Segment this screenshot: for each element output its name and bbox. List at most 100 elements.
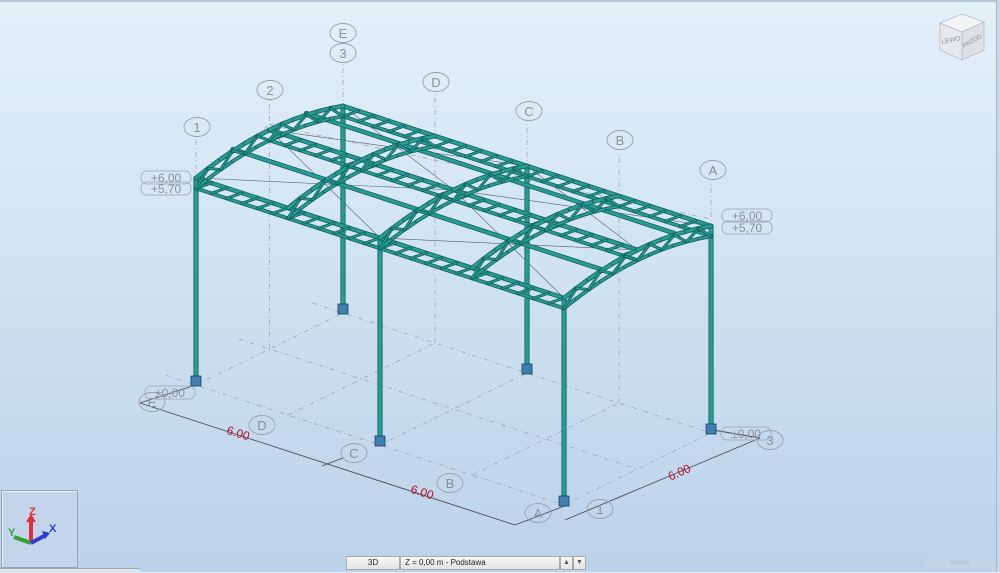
truss-diagonal[interactable]	[649, 243, 663, 251]
truss-diagonal[interactable]	[256, 202, 274, 210]
truss-diagonal[interactable]	[302, 217, 320, 225]
3d-model-viewport[interactable]: 12E3DCBAEDCBA 13+6,00+5,70+6,00+5,70±0,00…	[0, 0, 1000, 572]
column-base-support[interactable]	[337, 303, 349, 315]
truss-diagonal[interactable]	[314, 149, 332, 156]
view-level-bar: 3D Z = 0,00 m - Podstawa ▲ ▼	[346, 556, 586, 570]
truss-diagonal[interactable]	[468, 199, 485, 206]
arch-truss-bottom-chord[interactable]	[599, 272, 615, 283]
dimension-lines	[139, 384, 761, 526]
truss-diagonal[interactable]	[606, 244, 623, 251]
axis-label-C: C	[524, 104, 533, 119]
truss-diagonal[interactable]	[425, 257, 443, 265]
truss-diagonal[interactable]	[409, 252, 427, 260]
grid-line-short	[379, 372, 528, 446]
axis-triad: Z Y X	[1, 490, 78, 568]
dimension-value-bay-1: 6.00	[225, 423, 252, 443]
truss-diagonal[interactable]	[406, 179, 424, 186]
truss-diagonal[interactable]	[210, 187, 228, 195]
grid-line-short	[287, 342, 436, 416]
truss-diagonal[interactable]	[394, 247, 412, 255]
level-label-ground-right: ±0,00	[731, 427, 761, 441]
truss-diagonal[interactable]	[440, 262, 458, 270]
arch-truss-bottom-chord[interactable]	[231, 152, 247, 163]
truss-diagonal[interactable]	[225, 192, 243, 200]
truss-diagonal[interactable]	[317, 222, 335, 230]
axis-label-A: A	[709, 163, 718, 178]
dimension-tick	[321, 457, 344, 467]
truss-diagonal[interactable]	[590, 239, 608, 246]
right-scrollbar-edge[interactable]	[996, 0, 1000, 572]
truss-diagonal[interactable]	[281, 123, 295, 131]
column-base-support[interactable]	[190, 375, 202, 387]
truss-diagonal[interactable]	[455, 267, 473, 275]
ground-axis-label-B: B	[446, 476, 455, 491]
column-base-support[interactable]	[521, 363, 533, 375]
truss-diagonal[interactable]	[271, 207, 289, 215]
y-axis-arrow	[13, 535, 32, 545]
truss-diagonal[interactable]	[464, 150, 482, 158]
truss-diagonal[interactable]	[388, 125, 406, 133]
level-label-eave-bottom-right: +5,70	[732, 221, 763, 235]
ground-axis-label-C: C	[349, 446, 358, 461]
truss-diagonal[interactable]	[357, 115, 375, 123]
truss-diagonal[interactable]	[403, 130, 421, 138]
axis-label-B: B	[616, 133, 625, 148]
truss-diagonal[interactable]	[376, 169, 393, 176]
truss-diagonal[interactable]	[557, 213, 571, 221]
axis-label-1: 1	[193, 120, 200, 135]
column-base-support[interactable]	[705, 423, 717, 435]
truss-diagonal[interactable]	[486, 277, 504, 285]
y-label: Y	[8, 527, 16, 539]
arch-truss-bottom-chord[interactable]	[391, 228, 406, 240]
truss-diagonal[interactable]	[483, 204, 501, 211]
truss-diagonal[interactable]	[649, 210, 666, 218]
truss-diagonal[interactable]	[449, 145, 467, 153]
truss-diagonal[interactable]	[618, 200, 636, 208]
truss-diagonal[interactable]	[422, 184, 439, 191]
truss-diagonal[interactable]	[372, 120, 390, 128]
viewcube[interactable]: LEWO PRZÓD	[932, 10, 992, 65]
dimension-value-bay-2: 6.00	[409, 482, 436, 502]
truss-diagonal[interactable]	[502, 282, 519, 290]
truss-diagonal[interactable]	[299, 144, 317, 151]
dimension-value-span: 6.00	[666, 461, 693, 483]
x-label: X	[49, 523, 57, 535]
truss-diagonal[interactable]	[498, 209, 516, 216]
truss-diagonal[interactable]	[532, 292, 550, 300]
truss-diagonal[interactable]	[284, 139, 301, 146]
view-button[interactable]: Widok	[925, 558, 995, 569]
arch-truss-bottom-chord[interactable]	[483, 258, 498, 270]
column-base-support[interactable]	[374, 435, 386, 447]
truss-diagonal[interactable]	[373, 153, 387, 161]
truss-diagonal[interactable]	[556, 180, 574, 188]
arch-truss-bottom-chord[interactable]	[575, 288, 590, 300]
truss-diagonal[interactable]	[541, 175, 559, 183]
truss-diagonal[interactable]	[241, 197, 259, 205]
arch-truss-bottom-chord[interactable]	[415, 212, 431, 223]
level-selector[interactable]: Z = 0,00 m - Podstawa	[400, 556, 560, 570]
level-down-button[interactable]: ▼	[573, 556, 586, 570]
z-label: Z	[29, 506, 36, 518]
ground-axis-label-D: D	[257, 418, 266, 433]
arch-truss-bottom-chord[interactable]	[299, 198, 314, 210]
bottom-tab-strip[interactable]	[0, 568, 140, 573]
truss-diagonal[interactable]	[572, 185, 590, 193]
truss-diagonal[interactable]	[560, 229, 577, 236]
truss-diagonal[interactable]	[633, 205, 651, 213]
level-up-button[interactable]: ▲	[560, 556, 573, 570]
axis-label-E: E	[339, 26, 348, 41]
truss-diagonal[interactable]	[348, 232, 366, 240]
column-base-support[interactable]	[558, 495, 570, 507]
view-mode-field[interactable]: 3D	[346, 556, 400, 570]
x-axis-arrow	[30, 533, 47, 545]
truss-diagonal[interactable]	[575, 234, 593, 241]
dimension-line-short	[564, 437, 761, 521]
truss-diagonal[interactable]	[673, 234, 688, 243]
truss-diagonal[interactable]	[465, 183, 479, 191]
truss-diagonal[interactable]	[434, 140, 452, 148]
grid-line-long	[165, 374, 565, 506]
arch-truss-bottom-chord[interactable]	[207, 168, 222, 180]
ground-axis-label-3: 3	[766, 433, 773, 448]
truss-diagonal[interactable]	[391, 174, 409, 181]
grid-line-long	[312, 302, 712, 434]
